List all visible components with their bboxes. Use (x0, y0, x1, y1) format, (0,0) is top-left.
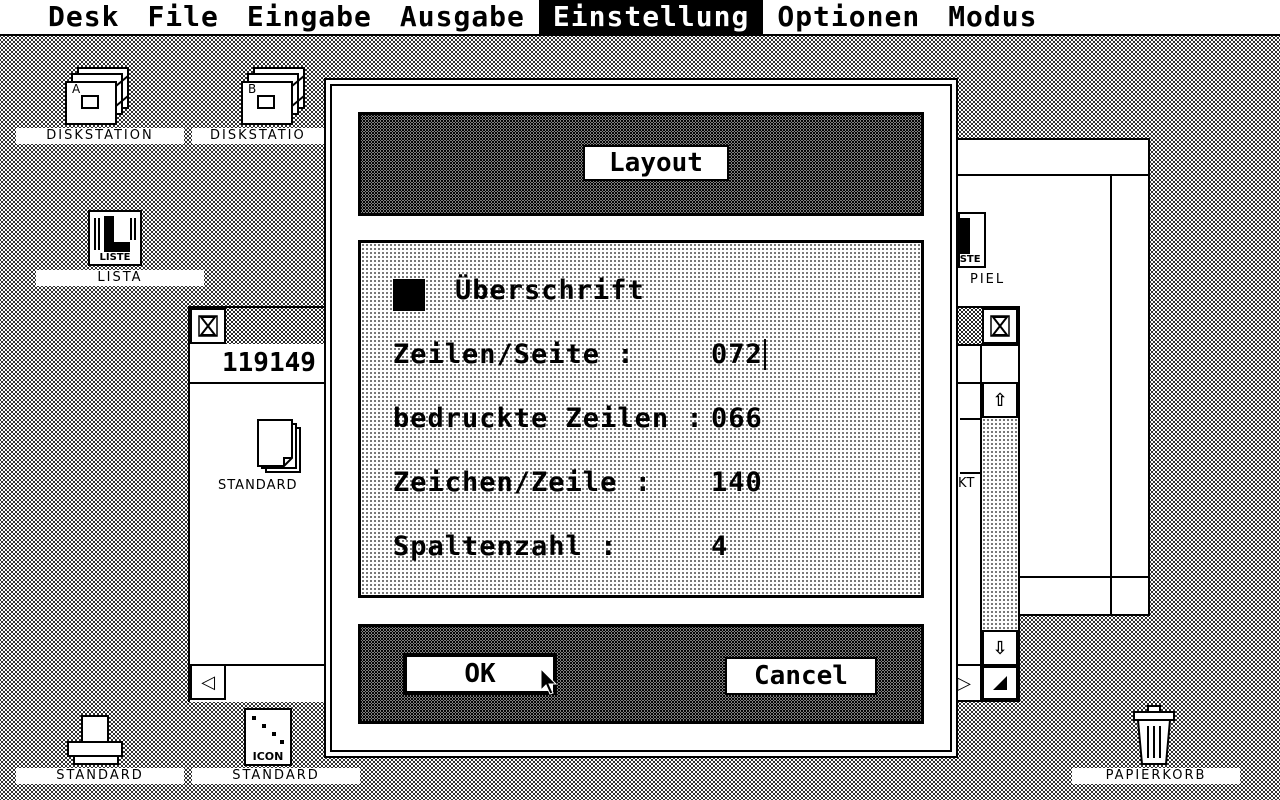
zeichen-zeile-label: Zeichen/Zeile : (393, 467, 652, 498)
drive-a-label: DISKSTATION (16, 128, 184, 144)
mouse-pointer-icon (540, 667, 558, 700)
scroll-up-icon[interactable]: ⇧ (982, 382, 1018, 418)
scroll-down-icon[interactable]: ⇩ (982, 630, 1018, 666)
icon-file-label: STANDARD (192, 768, 360, 784)
ok-button[interactable]: OK (403, 653, 557, 695)
drive-b-label: DISKSTATIO (192, 128, 324, 144)
dialog-title: Layout (583, 145, 729, 181)
vertical-scrollbar-track[interactable] (982, 418, 1018, 630)
drive-a-letter: A (72, 82, 81, 96)
standard-file-label: STANDARD (218, 478, 298, 493)
menu-desk[interactable]: Desk (34, 0, 133, 35)
spiel-program-icon[interactable]: ISTE (956, 212, 986, 268)
menu-bar: Desk File Eingabe Ausgabe Einstellung Op… (0, 0, 1280, 36)
printer-icon[interactable] (66, 714, 126, 766)
menu-einstellung[interactable]: Einstellung (538, 0, 764, 35)
ueberschrift-label: Überschrift (455, 275, 645, 306)
standard-file-icon[interactable] (256, 418, 304, 476)
printer-label: STANDARD (16, 768, 184, 784)
drive-b-icon[interactable]: B (240, 66, 308, 128)
size-box-icon[interactable] (982, 666, 1018, 700)
bedruckte-zeilen-input[interactable]: 066 (711, 403, 763, 434)
spiel-label: PIEL (970, 272, 1006, 287)
trash-label: PAPIERKORB (1072, 768, 1240, 784)
left-window-info-bar: 119149 (190, 344, 326, 384)
ok-button-label: OK (464, 659, 496, 689)
spiel-icon-text: ISTE (956, 254, 981, 265)
scroll-left-icon[interactable]: ◁ (190, 664, 226, 700)
right-file-label: KT (958, 476, 976, 491)
spaltenzahl-input[interactable]: 4 (711, 531, 728, 562)
menu-ausgabe[interactable]: Ausgabe (386, 0, 539, 35)
spaltenzahl-label: Spaltenzahl : (393, 531, 618, 562)
lista-icon-text: LISTE (99, 252, 131, 263)
lista-label: LISTA (36, 270, 204, 286)
layout-dialog: Layout Überschrift Zeilen/Seite : 072 be… (324, 78, 958, 758)
icon-file-text: ICON (252, 750, 284, 763)
cancel-button[interactable]: Cancel (725, 657, 877, 695)
bedruckte-zeilen-label: bedruckte Zeilen : (393, 403, 704, 434)
menu-eingabe[interactable]: Eingabe (233, 0, 386, 35)
menu-file[interactable]: File (133, 0, 232, 35)
left-window-counter: 119149 (222, 348, 316, 378)
ueberschrift-checkbox[interactable] (393, 279, 425, 311)
lista-program-icon[interactable]: LISTE (88, 210, 142, 266)
cancel-button-label: Cancel (754, 661, 848, 691)
icon-file-icon[interactable]: ICON (244, 708, 292, 766)
trash-icon[interactable] (1132, 704, 1176, 766)
menu-modus[interactable]: Modus (934, 0, 1051, 35)
zeichen-zeile-input[interactable]: 140 (711, 467, 763, 498)
dialog-content-pane: Überschrift Zeilen/Seite : 072 bedruckte… (358, 240, 924, 598)
menu-optionen[interactable]: Optionen (763, 0, 934, 35)
close-box-icon[interactable] (190, 308, 226, 344)
fuller-box-icon[interactable] (982, 308, 1018, 344)
right-file-icon[interactable] (960, 418, 982, 474)
dialog-title-text: Layout (609, 148, 703, 178)
left-window: 119149 STANDARD ◁ (188, 306, 328, 702)
dialog-title-pane: Layout (358, 112, 924, 216)
zeilen-seite-input[interactable]: 072 (711, 339, 766, 370)
drive-b-letter: B (248, 82, 257, 96)
dialog-button-pane: OK Cancel (358, 624, 924, 724)
drive-a-icon[interactable]: A (64, 66, 132, 128)
zeilen-seite-label: Zeilen/Seite : (393, 339, 635, 370)
